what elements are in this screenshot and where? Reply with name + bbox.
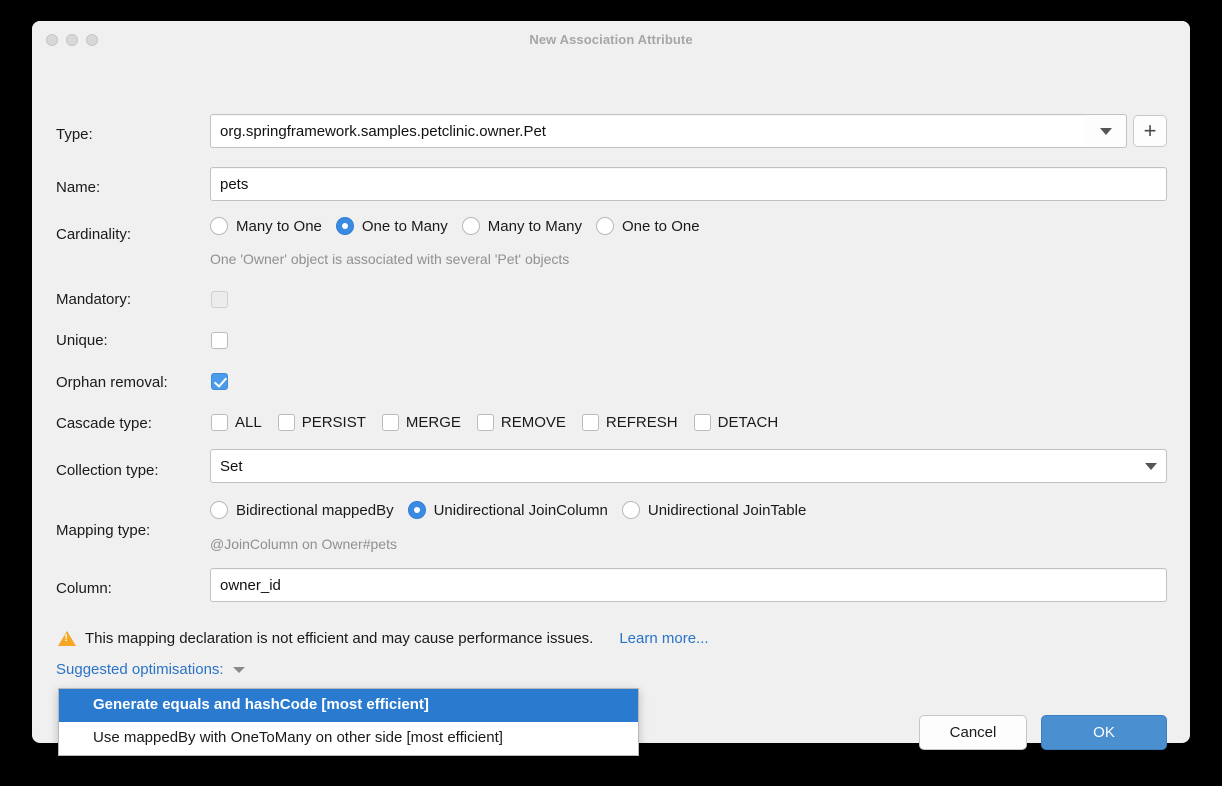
cascade-option-detach[interactable]: DETACH bbox=[694, 414, 779, 431]
chevron-down-icon bbox=[233, 667, 245, 673]
cascade-type-label: Cascade type: bbox=[56, 415, 152, 432]
cardinality-option-one-to-one[interactable]: One to One bbox=[596, 217, 700, 235]
title-bar: New Association Attribute bbox=[32, 21, 1190, 59]
learn-more-link[interactable]: Learn more... bbox=[619, 630, 708, 647]
radio-icon bbox=[210, 217, 228, 235]
unique-label: Unique: bbox=[56, 332, 108, 349]
radio-icon-selected bbox=[408, 501, 426, 519]
cascade-option-remove[interactable]: REMOVE bbox=[477, 414, 566, 431]
cardinality-option-one-to-many[interactable]: One to Many bbox=[336, 217, 448, 235]
form-area: Type: org.springframework.samples.petcli… bbox=[32, 59, 1190, 743]
ok-button[interactable]: OK bbox=[1041, 715, 1167, 750]
type-dropdown-button[interactable] bbox=[1085, 114, 1127, 148]
suggested-optimisations-menu: Generate equals and hashCode [most effic… bbox=[58, 688, 639, 756]
triangle-down-icon bbox=[1145, 463, 1157, 470]
collection-type-label: Collection type: bbox=[56, 462, 159, 479]
cascade-type-checkbox-group: ALL PERSIST MERGE REMOVE REFRESH DETACH bbox=[211, 414, 794, 431]
mapping-type-radio-group: Bidirectional mappedBy Unidirectional Jo… bbox=[210, 501, 820, 519]
type-input[interactable]: org.springframework.samples.petclinic.ow… bbox=[210, 114, 1090, 148]
menu-item-use-mappedby-onetomany[interactable]: Use mappedBy with OneToMany on other sid… bbox=[59, 722, 638, 755]
cascade-option-merge[interactable]: MERGE bbox=[382, 414, 461, 431]
column-label: Column: bbox=[56, 580, 112, 597]
warning-text: This mapping declaration is not efficien… bbox=[85, 630, 593, 647]
radio-icon bbox=[210, 501, 228, 519]
window-title: New Association Attribute bbox=[32, 32, 1190, 47]
cardinality-label: Cardinality: bbox=[56, 226, 131, 243]
cascade-option-refresh[interactable]: REFRESH bbox=[582, 414, 678, 431]
menu-item-generate-equals-hashcode[interactable]: Generate equals and hashCode [most effic… bbox=[59, 689, 638, 722]
add-type-button[interactable]: + bbox=[1133, 115, 1167, 147]
checkbox-icon bbox=[211, 414, 228, 431]
mapping-option-unidirectional-joincolumn[interactable]: Unidirectional JoinColumn bbox=[408, 501, 608, 519]
suggested-optimisations-toggle[interactable]: Suggested optimisations: bbox=[56, 661, 245, 678]
warning-triangle-icon bbox=[58, 631, 76, 646]
mapping-type-hint: @JoinColumn on Owner#pets bbox=[210, 536, 397, 552]
type-label: Type: bbox=[56, 126, 93, 143]
checkbox-icon bbox=[694, 414, 711, 431]
cancel-button[interactable]: Cancel bbox=[919, 715, 1027, 750]
chevron-down-icon bbox=[1100, 128, 1112, 135]
mapping-type-label: Mapping type: bbox=[56, 522, 150, 539]
suggested-optimisations-label: Suggested optimisations: bbox=[56, 661, 224, 678]
name-label: Name: bbox=[56, 179, 100, 196]
radio-icon-selected bbox=[336, 217, 354, 235]
dialog-window: New Association Attribute Type: org.spri… bbox=[32, 21, 1190, 743]
radio-icon bbox=[596, 217, 614, 235]
orphan-removal-label: Orphan removal: bbox=[56, 374, 168, 391]
checkbox-icon bbox=[582, 414, 599, 431]
cascade-option-persist[interactable]: PERSIST bbox=[278, 414, 366, 431]
radio-icon bbox=[622, 501, 640, 519]
name-input[interactable]: pets bbox=[210, 167, 1167, 201]
radio-icon bbox=[462, 217, 480, 235]
warning-row: This mapping declaration is not efficien… bbox=[58, 630, 709, 647]
mandatory-checkbox[interactable] bbox=[211, 291, 228, 308]
cardinality-radio-group: Many to One One to Many Many to Many One… bbox=[210, 217, 714, 235]
cardinality-option-many-to-one[interactable]: Many to One bbox=[210, 217, 322, 235]
column-input[interactable]: owner_id bbox=[210, 568, 1167, 602]
cascade-option-all[interactable]: ALL bbox=[211, 414, 262, 431]
collection-type-value: Set bbox=[220, 458, 243, 475]
orphan-removal-checkbox[interactable] bbox=[211, 373, 228, 390]
unique-checkbox[interactable] bbox=[211, 332, 228, 349]
checkbox-icon bbox=[382, 414, 399, 431]
checkbox-icon bbox=[278, 414, 295, 431]
checkbox-icon bbox=[477, 414, 494, 431]
collection-type-select[interactable]: Set bbox=[210, 449, 1167, 483]
cardinality-option-many-to-many[interactable]: Many to Many bbox=[462, 217, 582, 235]
mandatory-label: Mandatory: bbox=[56, 291, 131, 308]
mapping-option-bidirectional-mappedby[interactable]: Bidirectional mappedBy bbox=[210, 501, 394, 519]
mapping-option-unidirectional-jointable[interactable]: Unidirectional JoinTable bbox=[622, 501, 806, 519]
cardinality-hint: One 'Owner' object is associated with se… bbox=[210, 251, 569, 267]
